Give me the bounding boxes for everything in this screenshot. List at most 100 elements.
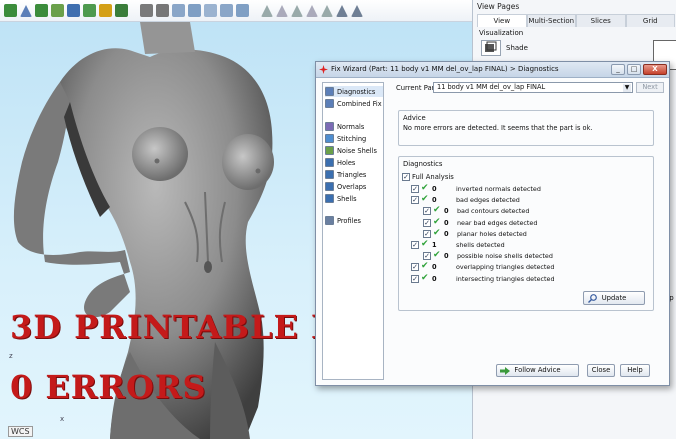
row-checkbox[interactable]: ✓ bbox=[411, 241, 419, 249]
nav-item-label: Diagnostics bbox=[337, 87, 376, 96]
next-button[interactable]: Next bbox=[636, 82, 664, 93]
dialog-title: Fix Wizard (Part: 11 body v1 MM del_ov_l… bbox=[331, 65, 559, 73]
dialog-titlebar[interactable]: Fix Wizard (Part: 11 body v1 MM del_ov_l… bbox=[316, 62, 669, 78]
curve-icon[interactable] bbox=[83, 4, 96, 17]
nav-item-normals[interactable]: Normals bbox=[325, 121, 383, 132]
arrow-right-icon bbox=[500, 367, 510, 375]
nav-icon bbox=[325, 182, 334, 191]
fix-wizard-dialog: Fix Wizard (Part: 11 body v1 MM del_ov_l… bbox=[315, 61, 670, 386]
advice-group: Advice No more errors are detected. It s… bbox=[398, 110, 654, 146]
tab-multi-section[interactable]: Multi-Section bbox=[526, 14, 576, 27]
row-checkbox[interactable]: ✓ bbox=[411, 185, 419, 193]
flower-icon[interactable] bbox=[115, 4, 128, 17]
row-count: 0 bbox=[444, 229, 449, 238]
shade-label: Shade bbox=[506, 44, 528, 52]
row-checkbox[interactable]: ✓ bbox=[411, 196, 419, 205]
visualization-heading: Visualization bbox=[479, 29, 524, 37]
row-count: 0 bbox=[432, 196, 437, 205]
nav-icon bbox=[325, 194, 334, 203]
rotate-icon[interactable] bbox=[156, 4, 169, 17]
prism-icon[interactable] bbox=[276, 4, 288, 17]
nav-icon bbox=[325, 216, 334, 225]
update-button[interactable]: Update bbox=[583, 291, 645, 305]
row-count: 0 bbox=[444, 207, 449, 216]
tab-grid[interactable]: Grid bbox=[625, 14, 675, 27]
row-checkbox[interactable]: ✓ bbox=[411, 263, 419, 272]
cube-icon[interactable] bbox=[220, 4, 233, 17]
triangle-icon[interactable] bbox=[20, 4, 32, 17]
prism-icon[interactable] bbox=[306, 4, 318, 17]
nav-item-diagnostics[interactable]: Diagnostics bbox=[325, 86, 383, 97]
nav-item-profiles[interactable]: Profiles bbox=[325, 215, 383, 226]
triangle-icon[interactable] bbox=[336, 4, 348, 17]
view-tabs: View Multi-Section Slices Grid bbox=[477, 14, 675, 27]
row-label: inverted normals detected bbox=[456, 185, 541, 193]
nav-item-stitching[interactable]: Stitching bbox=[325, 133, 383, 144]
nav-item-combined-fix[interactable]: Combined Fix bbox=[325, 98, 383, 109]
nav-item-label: Shells bbox=[337, 194, 357, 203]
help-button[interactable]: Help bbox=[620, 364, 650, 377]
triangle-icon[interactable] bbox=[351, 4, 363, 17]
cube-icon[interactable] bbox=[172, 4, 185, 17]
nav-icon bbox=[325, 99, 334, 108]
row-label: planar holes detected bbox=[457, 229, 527, 238]
minimize-button[interactable]: _ bbox=[611, 64, 625, 75]
prism-icon[interactable] bbox=[321, 4, 333, 17]
nav-item-overlaps[interactable]: Overlaps bbox=[325, 181, 383, 192]
flag-icon[interactable] bbox=[35, 4, 48, 17]
app-icon bbox=[319, 65, 328, 74]
tab-slices[interactable]: Slices bbox=[576, 14, 626, 27]
diagnostics-group: Diagnostics ✓ Full Analysis ✓ ✔ 0 inverted … bbox=[398, 156, 654, 311]
ok-check-icon: ✔ bbox=[421, 183, 429, 193]
current-part-select[interactable]: 11 body v1 MM del_ov_lap FINAL ▼ bbox=[433, 82, 633, 93]
nav-item-label: Holes bbox=[337, 158, 356, 167]
follow-advice-button[interactable]: Follow Advice bbox=[496, 364, 579, 377]
cube-icon[interactable] bbox=[236, 4, 249, 17]
ok-check-icon: ✔ bbox=[433, 250, 441, 261]
rect-icon[interactable] bbox=[67, 4, 80, 17]
nav-icon bbox=[325, 170, 334, 179]
close-button[interactable]: Close bbox=[587, 364, 615, 377]
row-checkbox[interactable]: ✓ bbox=[411, 274, 419, 283]
nav-item-shells[interactable]: Shells bbox=[325, 193, 383, 204]
nav-item-holes[interactable]: Holes bbox=[325, 157, 383, 168]
flag-icon[interactable] bbox=[4, 4, 17, 17]
row-label: bad edges detected bbox=[456, 196, 520, 205]
row-checkbox[interactable]: ✓ bbox=[423, 229, 431, 238]
row-count: 0 bbox=[432, 185, 437, 193]
prism-icon[interactable] bbox=[291, 4, 303, 17]
row-count: 1 bbox=[432, 241, 437, 249]
tab-view[interactable]: View bbox=[477, 14, 527, 27]
nav-item-triangles[interactable]: Triangles bbox=[325, 169, 383, 180]
diagnostics-page: Current Part: 11 body v1 MM del_ov_lap F… bbox=[388, 80, 666, 382]
nav-item-noise-shells[interactable]: Noise Shells bbox=[325, 145, 383, 156]
magnifier-icon bbox=[588, 294, 597, 303]
shade-mode-button[interactable] bbox=[481, 40, 501, 56]
gear-icon[interactable] bbox=[140, 4, 153, 17]
ok-check-icon: ✔ bbox=[421, 272, 429, 283]
wand-icon[interactable] bbox=[51, 4, 64, 17]
maximize-button[interactable]: □ bbox=[627, 64, 641, 75]
ok-check-icon: ✔ bbox=[433, 227, 441, 238]
row-checkbox[interactable]: ✓ bbox=[423, 252, 431, 261]
close-window-button[interactable]: X bbox=[643, 64, 667, 75]
cross-icon[interactable] bbox=[99, 4, 112, 17]
row-checkbox[interactable]: ✓ bbox=[423, 207, 431, 216]
row-checkbox[interactable]: ✓ bbox=[423, 218, 431, 227]
promo-subheadline: 0 ERRORS bbox=[10, 368, 207, 406]
nav-icon bbox=[325, 134, 334, 143]
full-analysis-label: Full Analysis bbox=[412, 173, 454, 181]
wcs-indicator: WCS bbox=[8, 426, 33, 437]
cube-icon[interactable] bbox=[204, 4, 217, 17]
shade-icon bbox=[485, 41, 497, 52]
prism-icon[interactable] bbox=[261, 4, 273, 17]
chevron-down-icon: ▼ bbox=[623, 84, 631, 92]
nav-icon bbox=[325, 122, 334, 131]
main-toolbar bbox=[0, 0, 472, 22]
row-label: near bad edges detected bbox=[457, 218, 538, 227]
nav-item-label: Profiles bbox=[337, 216, 361, 225]
row-label: intersecting triangles detected bbox=[456, 274, 555, 283]
full-analysis-checkbox[interactable]: ✓ bbox=[402, 173, 410, 181]
ok-check-icon: ✔ bbox=[433, 216, 441, 227]
cube-icon[interactable] bbox=[188, 4, 201, 17]
